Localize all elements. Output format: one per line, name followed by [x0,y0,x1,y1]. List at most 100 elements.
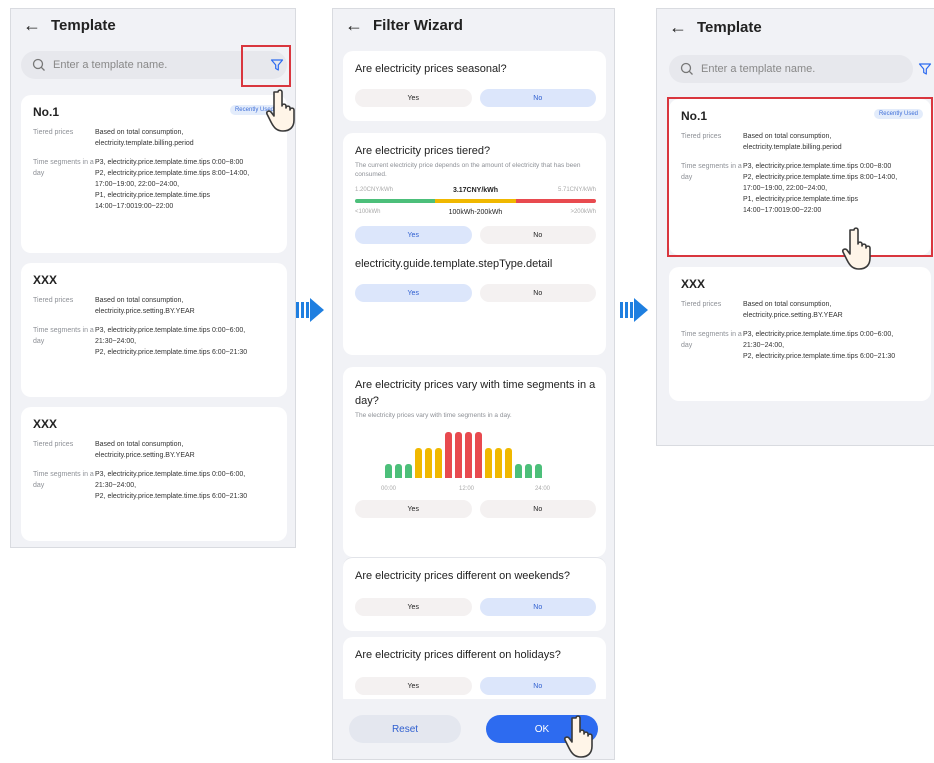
question-card-time-segments: Are electricity prices vary with time se… [343,367,606,557]
time-line: P1, electricity.price.template.time.tips… [95,192,211,210]
tier-price-labels: 1.20CNY/kWh 3.17CNY/kWh 5.71CNY/kWh [355,187,596,194]
time-price-bar [435,448,442,478]
tiered-prices-label: Tiered prices [681,301,722,308]
time-segment-chart: 00:00 12:00 24:00 [355,430,596,492]
step-type-detail: electricity.guide.template.stepType.deta… [355,258,553,270]
time-segments-value: P3, electricity.price.template.time.tips… [95,469,277,502]
time-line: P3, electricity.price.template.time.tips… [95,159,244,166]
reset-button[interactable]: Reset [349,715,461,743]
template-name: XXX [33,417,58,431]
header: ← Template [11,9,295,41]
template-name: XXX [681,277,706,291]
time-price-bar [395,464,402,478]
yes-button[interactable]: Yes [355,89,472,107]
back-arrow-icon[interactable]: ← [669,18,691,36]
time-price-bar [495,448,502,478]
question-text: Are electricity prices seasonal? [355,63,507,75]
time-price-bar [415,448,422,478]
tiered-prices-value: Based on total consumption, electricity.… [95,297,195,315]
no-button[interactable]: No [479,677,596,695]
time-segments-label: Time segments in a day [33,159,94,177]
tiered-prices-value: Based on total consumption, electricity.… [95,441,195,459]
filter-wizard-screen: ← Filter Wizard Are electricity prices s… [332,8,615,760]
no-button[interactable]: No [479,500,596,518]
search-icon [680,62,693,75]
template-card[interactable]: XXX Tiered prices Based on total consumpt… [669,267,931,401]
time-price-bar [445,432,452,478]
time-segments-label: Time segments in a day [33,471,94,489]
template-card[interactable]: No.1 Recently Used Tiered prices Based on… [21,95,287,253]
filter-icon [918,63,932,75]
tier-range-current: 100kWh-200kWh [448,209,503,216]
page-title: Template [51,16,116,34]
page-title: Filter Wizard [373,16,463,34]
tiered-prices-label: Tiered prices [33,129,74,136]
hand-pointer-icon [564,715,593,758]
yes-button[interactable]: Yes [355,284,472,302]
back-arrow-icon[interactable]: ← [345,16,367,34]
question-description: The current electricity price depends on… [355,162,581,178]
axis-label-start: 00:00 [381,486,397,492]
time-price-bar [465,432,472,478]
time-price-bar [485,448,492,478]
tiered-prices-label: Tiered prices [33,297,74,304]
time-line: P2, electricity.price.template.time.tips… [95,170,250,188]
hand-pointer-icon [266,89,295,132]
back-arrow-icon[interactable]: ← [23,16,45,34]
time-line: P2, electricity.price.template.time.tips… [95,493,248,500]
hand-pointer-icon [842,227,871,270]
no-button[interactable]: No [479,284,596,302]
template-name: XXX [33,273,58,287]
time-price-bar [535,464,542,478]
tiered-prices-label: Tiered prices [33,441,74,448]
template-screen-right: ← Template No.1 Recently Used Tiered pri… [656,8,934,446]
search-icon [32,58,45,71]
no-button[interactable]: No [479,598,596,616]
template-card[interactable]: XXX Tiered prices Based on total consumpt… [21,407,287,541]
time-line: P3, electricity.price.template.time.tips… [95,327,246,345]
header: ← Filter Wizard [333,9,614,41]
next-step-arrow-icon [620,298,648,322]
search-input[interactable] [53,59,213,71]
time-segments-label: Time segments in a day [33,327,94,345]
tier-range-labels: <100kWh 100kWh-200kWh >200kWh [355,209,596,216]
no-button[interactable]: No [479,89,596,107]
question-card-holidays: Are electricity prices different on holi… [343,637,606,707]
time-price-bar [475,432,482,478]
search-input[interactable] [701,63,861,75]
yes-button[interactable]: Yes [355,598,472,616]
tiered-prices-value: Based on total consumption, electricity.… [743,301,843,319]
time-price-bar [455,432,462,478]
yes-button[interactable]: Yes [355,500,472,518]
question-text: Are electricity prices different on week… [355,570,571,582]
time-segments-value: P3, electricity.price.template.time.tips… [95,325,277,358]
question-text: Are electricity prices vary with time se… [355,379,596,407]
time-price-bar [385,464,392,478]
tier-price-high: 5.71CNY/kWh [557,187,596,193]
search-bar[interactable] [669,55,913,83]
question-text: Are electricity prices tiered? [355,145,491,157]
template-screen-left: ← Template No.1 Recently Used Tiered pri… [10,8,296,548]
filter-button[interactable] [915,59,934,79]
time-line: P3, electricity.price.template.time.tips… [95,471,246,489]
question-text: Are electricity prices different on holi… [355,649,561,661]
tier-segment-mid [435,199,516,203]
question-description: The electricity prices vary with time se… [355,412,512,419]
axis-label-mid: 12:00 [459,486,475,492]
time-price-bar [525,464,532,478]
tier-range-high: >200kWh [570,209,596,215]
time-line: P2, electricity.price.template.time.tips… [743,353,896,360]
page-title: Template [697,18,762,36]
tier-bar [355,199,596,203]
yes-button[interactable]: Yes [355,226,472,244]
tier-price-current: 3.17CNY/kWh [452,187,499,194]
yes-button[interactable]: Yes [355,677,472,695]
no-button[interactable]: No [479,226,596,244]
selected-template-highlight-box [667,97,933,257]
tier-range-low: <100kWh [355,209,381,215]
time-line: P3, electricity.price.template.time.tips… [743,331,894,349]
tier-segment-low [355,199,436,203]
template-card[interactable]: XXX Tiered prices Based on total consumpt… [21,263,287,397]
next-step-arrow-icon [296,298,324,322]
question-card-seasonal: Are electricity prices seasonal? Yes No [343,51,606,121]
